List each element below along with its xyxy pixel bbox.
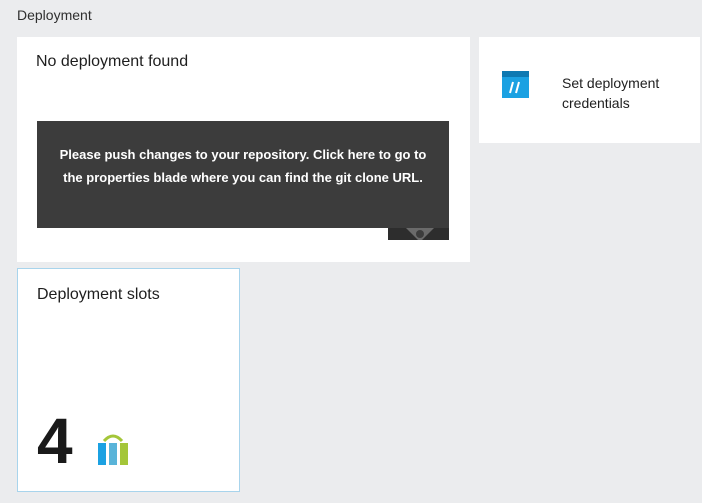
set-deployment-credentials-label: Set deployment credentials <box>562 75 660 111</box>
deployment-status-tile[interactable]: No deployment found Please push changes … <box>17 37 470 262</box>
section-title: Deployment <box>17 7 92 23</box>
push-changes-tooltip[interactable]: Please push changes to your repository. … <box>37 121 449 228</box>
deployment-status-heading: No deployment found <box>36 53 189 70</box>
deployment-slots-tile[interactable]: Deployment slots 4 <box>17 268 240 492</box>
deployment-slots-heading: Deployment slots <box>37 286 160 303</box>
deployment-slots-count: 4 <box>37 405 73 477</box>
set-deployment-credentials-tile[interactable]: Set deployment credentials <box>479 37 700 143</box>
deployment-slots-icon <box>98 434 128 465</box>
credentials-icon <box>502 71 529 98</box>
